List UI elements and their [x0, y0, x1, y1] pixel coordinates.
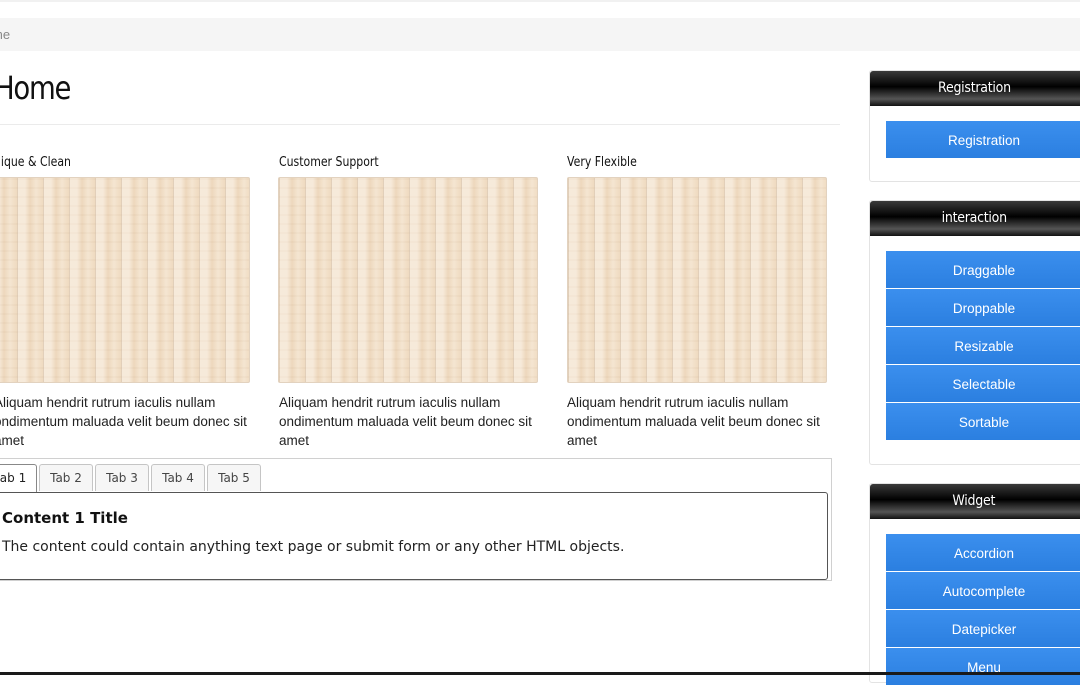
- feature-image-wood: [567, 177, 827, 383]
- page-title: Home: [0, 69, 71, 107]
- tab-5[interactable]: Tab 5: [207, 464, 261, 491]
- draggable-button[interactable]: Draggable: [886, 251, 1080, 288]
- droppable-button[interactable]: Droppable: [886, 289, 1080, 326]
- sidebar-registration-box: Registration Registration: [869, 70, 1080, 182]
- feature-heading-flexible: Very Flexible: [567, 155, 637, 170]
- feature-text-unique: Aliquam hendrit rutrum iaculis nullam on…: [0, 395, 247, 448]
- title-divider: [0, 124, 840, 125]
- feature-image-wood: [278, 177, 538, 383]
- sortable-button[interactable]: Sortable: [886, 403, 1080, 440]
- registration-button[interactable]: Registration: [886, 121, 1080, 158]
- feature-image-wood: [0, 177, 250, 383]
- tab-2[interactable]: Tab 2: [39, 464, 93, 491]
- sidebar-interaction-box: interaction Draggable Droppable Resizabl…: [869, 200, 1080, 465]
- sidebar-registration-heading: Registration: [870, 71, 1080, 106]
- feature-heading-unique: nique & Clean: [0, 155, 71, 170]
- tab-panel: Content 1 Title The content could contai…: [0, 492, 828, 580]
- top-border: [0, 0, 1080, 2]
- tabs-widget: ab 1 Tab 2 Tab 3 Tab 4 Tab 5 Content 1 T…: [0, 458, 832, 581]
- feature-text-flexible: Aliquam hendrit rutrum iaculis nullam on…: [567, 395, 820, 448]
- sidebar-interaction-heading: interaction: [870, 201, 1080, 236]
- tab-4[interactable]: Tab 4: [151, 464, 205, 491]
- sidebar-widget-heading: Widget: [870, 484, 1080, 519]
- tab-1[interactable]: ab 1: [0, 464, 37, 493]
- datepicker-button[interactable]: Datepicker: [886, 610, 1080, 647]
- accordion-button[interactable]: Accordion: [886, 534, 1080, 571]
- tab-3[interactable]: Tab 3: [95, 464, 149, 491]
- selectable-button[interactable]: Selectable: [886, 365, 1080, 402]
- sidebar-widget-box: Widget Accordion Autocomplete Datepicker…: [869, 483, 1080, 685]
- resizable-button[interactable]: Resizable: [886, 327, 1080, 364]
- tab-panel-text: The content could contain anything text …: [2, 539, 625, 555]
- menu-button[interactable]: Menu: [886, 648, 1080, 685]
- feature-heading-support: Customer Support: [279, 155, 379, 170]
- breadcrumb-home-link[interactable]: me: [0, 27, 10, 42]
- feature-text-support: Aliquam hendrit rutrum iaculis nullam on…: [279, 395, 532, 448]
- tab-panel-title: Content 1 Title: [2, 509, 128, 527]
- breadcrumb: me: [0, 18, 1080, 51]
- autocomplete-button[interactable]: Autocomplete: [886, 572, 1080, 609]
